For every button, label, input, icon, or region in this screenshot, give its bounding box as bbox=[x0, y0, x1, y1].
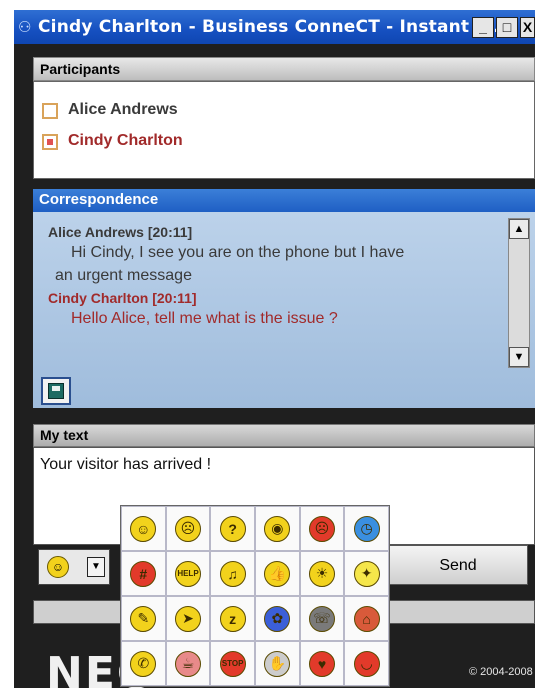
participants-list: Alice Andrews Cindy Charlton bbox=[33, 81, 535, 179]
heart-icon: ♥ bbox=[308, 650, 335, 677]
send-button[interactable]: Send bbox=[388, 545, 528, 585]
coffee-cup-icon: ☕ bbox=[174, 650, 201, 677]
emoticon-coffee-cup[interactable]: ☕ bbox=[165, 641, 211, 686]
window-title: Cindy Charlton - Business ConneCT - Inst… bbox=[38, 17, 514, 37]
sleeping-icon: z bbox=[219, 605, 246, 632]
close-button[interactable]: X bbox=[520, 17, 535, 38]
chevron-down-icon[interactable]: ▼ bbox=[87, 557, 105, 577]
correspondence-title: Correspondence bbox=[39, 191, 159, 208]
lips-icon: ◡ bbox=[353, 650, 380, 677]
emoticon-lightbulb[interactable]: ✦ bbox=[344, 551, 389, 596]
emoticon-flower[interactable]: ✿ bbox=[255, 596, 300, 641]
emoticon-headphones[interactable]: ♫ bbox=[210, 551, 255, 596]
my-text-header: My text bbox=[33, 424, 535, 447]
emoticon-eyes[interactable]: ◉ bbox=[255, 506, 300, 551]
message-text: Hi Cindy, I see you are on the phone but… bbox=[71, 244, 405, 261]
emoticon-house[interactable]: ⌂ bbox=[344, 596, 389, 641]
smile-icon: ☺ bbox=[130, 515, 157, 542]
eyes-icon: ◉ bbox=[264, 515, 291, 542]
party-horn-icon: ➤ bbox=[174, 605, 201, 632]
stop-sign-icon: STOP bbox=[219, 650, 246, 677]
participant-name: Cindy Charlton bbox=[68, 132, 183, 149]
beach-icon: ☀ bbox=[308, 560, 335, 587]
lightbulb-icon: ✦ bbox=[353, 560, 380, 587]
emoticon-clock[interactable]: ◷ bbox=[344, 506, 389, 551]
emoticon-sleeping[interactable]: z bbox=[210, 596, 255, 641]
save-conversation-button[interactable] bbox=[41, 377, 71, 405]
my-text-title: My text bbox=[40, 427, 89, 443]
minimize-button[interactable]: _ bbox=[472, 17, 494, 38]
scroll-up-button[interactable]: ▲ bbox=[509, 219, 529, 239]
house-icon: ⌂ bbox=[353, 605, 380, 632]
message-author: Cindy Charlton [20:11] bbox=[48, 290, 197, 306]
emoticon-smile[interactable]: ☺ bbox=[121, 506, 166, 551]
emoticon-writing[interactable]: ✎ bbox=[121, 596, 166, 641]
copyright-text: © 2004-2008 bbox=[469, 666, 533, 678]
emoticon-picker[interactable]: ☺ ▼ bbox=[38, 549, 110, 585]
participant-checkbox[interactable] bbox=[42, 103, 58, 119]
writing-icon: ✎ bbox=[130, 605, 157, 632]
emoticon-telephone[interactable]: ✆ bbox=[121, 641, 166, 686]
emoticon-heart[interactable]: ♥ bbox=[299, 641, 345, 686]
floppy-disk-icon bbox=[48, 383, 64, 399]
telephone-icon: ✆ bbox=[130, 650, 157, 677]
emoticon-angry-red[interactable]: ☹ bbox=[299, 506, 345, 551]
participant-name: Alice Andrews bbox=[68, 101, 178, 118]
swearing-icon: # bbox=[130, 560, 157, 587]
message-author: Alice Andrews [20:11] bbox=[48, 224, 193, 240]
correspondence-scrollbar[interactable]: ▲ ▼ bbox=[508, 218, 530, 368]
smiley-icon: ☺ bbox=[47, 556, 69, 578]
scroll-down-button[interactable]: ▼ bbox=[509, 347, 529, 367]
participants-header: Participants bbox=[33, 57, 535, 81]
send-button-label: Send bbox=[439, 557, 477, 574]
emoticon-beach[interactable]: ☀ bbox=[299, 551, 345, 596]
title-bar[interactable]: ⚇ Cindy Charlton - Business ConneCT - In… bbox=[14, 10, 535, 44]
thumbs-up-icon: 👍 bbox=[264, 560, 291, 587]
participant-checkbox[interactable] bbox=[42, 134, 58, 150]
emoticon-lips[interactable]: ◡ bbox=[344, 641, 389, 686]
emoticon-phone-face[interactable]: ☏ bbox=[299, 596, 345, 641]
correspondence-header: Correspondence bbox=[33, 189, 535, 212]
message-input-value: Your visitor has arrived ! bbox=[40, 456, 212, 473]
emoticon-handshake[interactable]: ✋ bbox=[255, 641, 300, 686]
message-text: Hello Alice, tell me what is the issue ? bbox=[71, 310, 338, 327]
emoticon-swearing[interactable]: # bbox=[121, 551, 166, 596]
emoticon-grid: ☺ ☹? ◉ ☹ ◷ # HELP ♫ 👍 ☀ ✦ ✎ ➤ z ✿ ☏ ⌂ ✆ ☕ STOP ✋ ♥ ◡ bbox=[120, 505, 390, 687]
message-text: an urgent message bbox=[55, 267, 192, 284]
participants-title: Participants bbox=[40, 61, 121, 77]
maximize-button[interactable]: □ bbox=[496, 17, 518, 38]
emoticon-thumbs-up[interactable]: 👍 bbox=[255, 551, 300, 596]
emoticon-stop-sign[interactable]: STOP bbox=[210, 641, 255, 686]
participant-alice[interactable]: Alice Andrews bbox=[40, 100, 340, 122]
angry-red-icon: ☹ bbox=[308, 515, 335, 542]
correspondence-log: Alice Andrews [20:11] Hi Cindy, I see yo… bbox=[33, 212, 535, 408]
phone-face-icon: ☏ bbox=[308, 605, 335, 632]
help-icon: HELP bbox=[174, 560, 201, 587]
sad-icon: ☹ bbox=[174, 515, 201, 542]
flower-icon: ✿ bbox=[264, 605, 291, 632]
emoticon-help[interactable]: HELP bbox=[165, 551, 211, 596]
confused-icon: ? bbox=[219, 515, 246, 542]
handshake-icon: ✋ bbox=[264, 650, 291, 677]
emoticon-sad[interactable]: ☹ bbox=[165, 506, 211, 551]
clock-icon: ◷ bbox=[353, 515, 380, 542]
emoticon-confused[interactable]: ? bbox=[210, 506, 255, 551]
headphones-icon: ♫ bbox=[219, 560, 246, 587]
app-icon: ⚇ bbox=[18, 19, 32, 36]
emoticon-party-horn[interactable]: ➤ bbox=[165, 596, 211, 641]
participant-cindy[interactable]: Cindy Charlton bbox=[40, 131, 340, 153]
